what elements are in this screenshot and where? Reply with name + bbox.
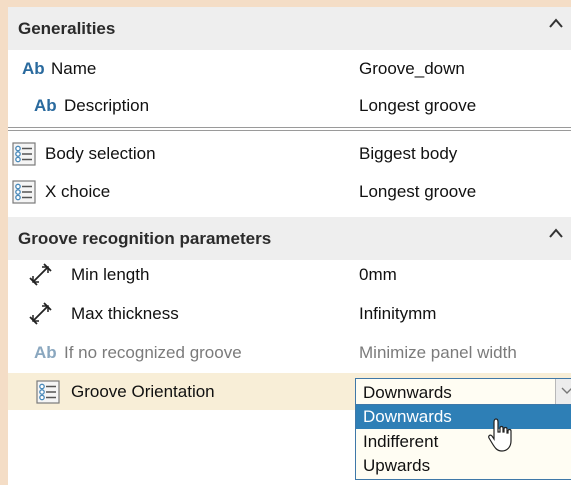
property-value[interactable]: Longest groove [359,96,476,116]
collapse-caret-icon[interactable] [547,15,565,33]
property-panel: Generalities Ab Name Groove_down Ab Desc… [8,7,571,485]
property-label: Max thickness [71,304,179,323]
property-value[interactable]: Longest groove [359,182,476,202]
property-row-description[interactable]: Ab Description Longest groove [8,87,571,124]
dropdown-option-downwards[interactable]: Downwards [356,405,571,429]
combobox-value: Downwards [363,383,452,402]
property-label: Min length [71,265,150,284]
property-label: Name [51,59,97,78]
property-row-if-no-recognized-groove: Ab If no recognized groove Minimize pane… [8,334,571,371]
property-row-body-selection[interactable]: Body selection Biggest body [8,135,571,172]
orientation-dropdown-list[interactable]: Downwards Indifferent Upwards [355,404,571,480]
list-icon [12,180,36,204]
property-value: Minimize panel width [359,343,517,362]
property-label: If no recognized groove [64,343,242,362]
property-label: Groove Orientation [71,382,215,401]
text-ab-icon: Ab [34,96,57,115]
group-header-generalities[interactable]: Generalities [8,7,571,50]
groove-orientation-combobox[interactable]: Downwards [355,378,571,406]
group-header-groove-recognition[interactable]: Groove recognition parameters [8,217,571,260]
property-value[interactable]: Biggest body [359,144,457,164]
text-ab-icon: Ab [22,59,45,78]
dropdown-option-indifferent[interactable]: Indifferent [356,430,571,454]
property-row-max-thickness[interactable]: Max thickness Infinitymm [8,295,571,332]
window-frame-left [0,0,8,485]
property-label: Description [64,96,150,115]
dropdown-option-upwards[interactable]: Upwards [356,454,571,478]
length-measure-icon [29,263,52,286]
property-row-x-choice[interactable]: X choice Longest groove [8,173,571,210]
window-frame-top [0,0,571,7]
mouse-pointer-icon [488,418,512,452]
group-title: Groove recognition parameters [18,229,272,248]
separator [8,130,571,131]
length-measure-icon [29,302,52,325]
property-value[interactable]: Infinitymm [359,304,436,324]
property-label: X choice [45,182,111,201]
collapse-caret-icon[interactable] [547,225,565,243]
list-icon [12,142,36,166]
separator [8,127,571,128]
dropdown-button[interactable] [555,379,571,405]
chevron-down-icon [561,387,571,394]
property-value[interactable]: Groove_down [359,59,465,79]
property-row-name[interactable]: Ab Name Groove_down [8,50,571,87]
list-icon [36,380,60,404]
property-label: Body selection [45,144,156,163]
property-value[interactable]: 0mm [359,265,397,285]
text-ab-icon: Ab [34,343,57,362]
property-row-min-length[interactable]: Min length 0mm [8,256,571,293]
group-title: Generalities [18,19,116,38]
